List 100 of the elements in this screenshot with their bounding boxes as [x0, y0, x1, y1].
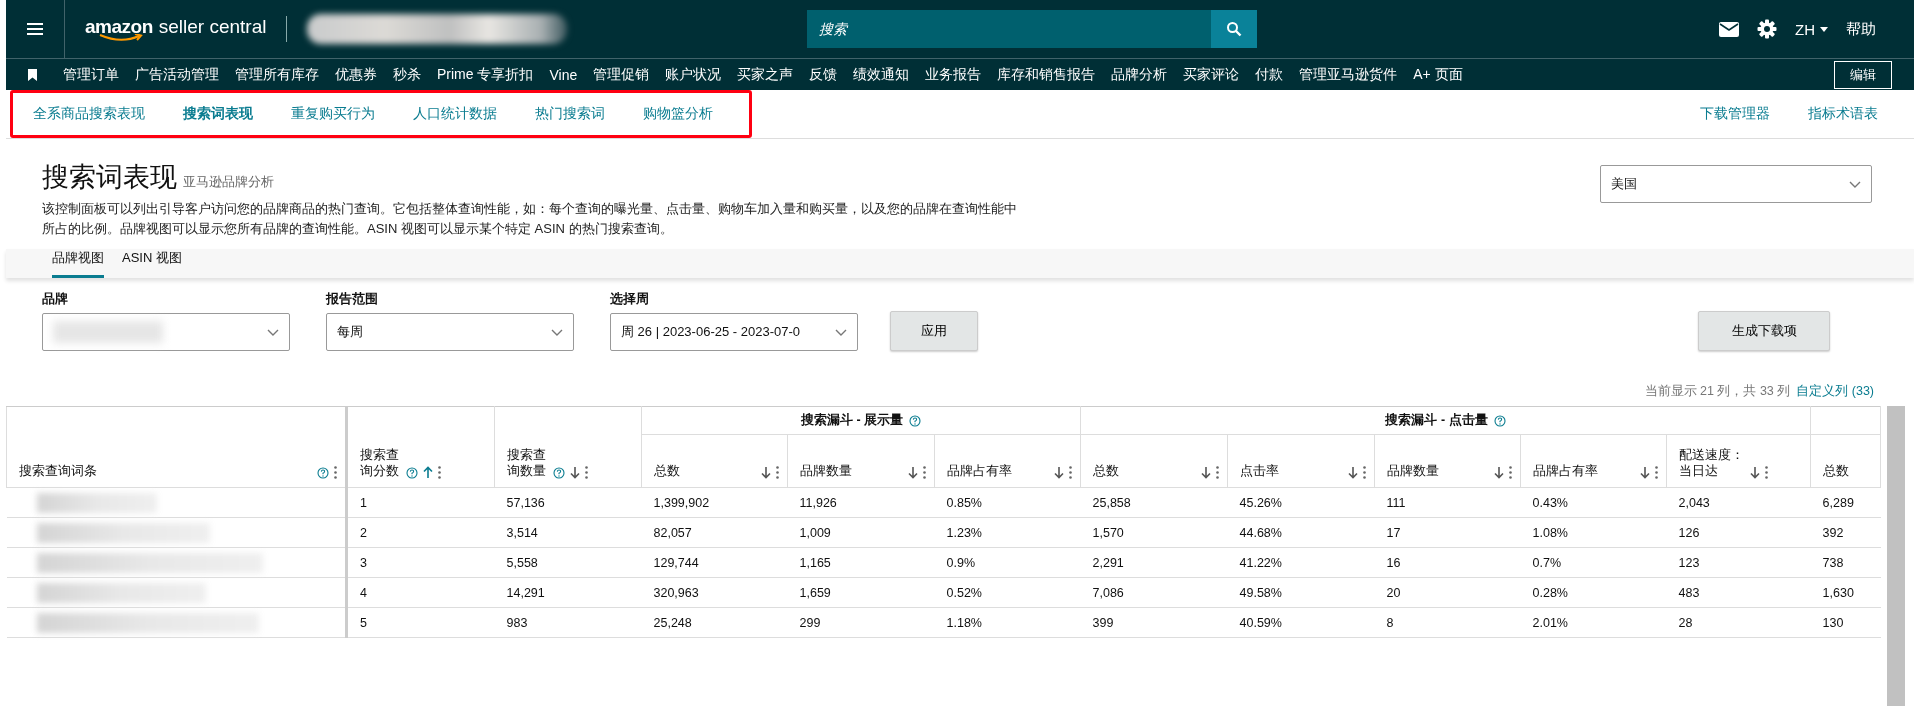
search-field[interactable]: 搜索 [807, 10, 1212, 48]
nav-link[interactable]: A+ 页面 [1413, 65, 1463, 84]
subnav-tab[interactable]: 人口统计数据 [413, 105, 497, 123]
nav-link[interactable]: 反馈 [809, 65, 838, 84]
chevron-icon[interactable] [267, 328, 279, 336]
nav-link[interactable]: 广告活动管理 [135, 65, 219, 84]
subnav-tab[interactable]: 全系商品搜索表现 [33, 105, 145, 123]
bookmark-icon[interactable] [28, 68, 37, 81]
nav-link[interactable]: 买家之声 [737, 65, 794, 84]
chevron-icon[interactable] [835, 328, 847, 336]
table-cell: 392 [1810, 517, 1881, 548]
filter-dropdown[interactable]: 每周 [326, 313, 574, 351]
nav-link[interactable]: 管理订单 [63, 65, 119, 84]
nav-link[interactable]: 付款 [1255, 65, 1284, 84]
column-header[interactable]: 品牌数量 [1374, 434, 1521, 488]
help-icon[interactable] [1493, 414, 1506, 427]
table-cell: 1.08% [1520, 517, 1667, 548]
kebab-menu-icon[interactable] [776, 466, 779, 479]
column-header[interactable]: 品牌数量 [787, 434, 935, 488]
nav-link[interactable]: Prime 专享折扣 [437, 65, 534, 84]
search-icon[interactable] [1226, 21, 1243, 37]
subnav-tab[interactable]: 重复购买行为 [291, 105, 375, 123]
nav-link[interactable]: 品牌分析 [1111, 65, 1168, 84]
caret-icon[interactable] [1820, 26, 1828, 32]
nav-link[interactable]: 业务报告 [925, 65, 982, 84]
table-cell: 0.43% [1520, 487, 1667, 518]
kebab-menu-icon[interactable] [1216, 466, 1220, 479]
table-cell: 1,630 [1810, 577, 1881, 608]
table-cell: 0.52% [934, 577, 1081, 608]
mail-icon[interactable] [1719, 21, 1739, 37]
view-tab[interactable]: ASIN 视图 [122, 249, 182, 278]
help-icon[interactable] [553, 467, 566, 479]
kebab-menu-icon[interactable] [1363, 466, 1367, 479]
down-arrow-icon[interactable] [570, 466, 581, 479]
language-selector[interactable]: ZH [1795, 20, 1828, 38]
kebab-menu-icon[interactable] [1655, 466, 1659, 479]
help-icon[interactable] [909, 414, 922, 427]
header-link[interactable]: 指标术语表 [1808, 105, 1878, 123]
help-link[interactable]: 帮助 [1846, 19, 1876, 39]
up-arrow-icon[interactable] [423, 466, 434, 479]
help-icon[interactable] [406, 467, 419, 479]
subnav-tab[interactable]: 搜索词表现 [183, 105, 253, 123]
settings-icon[interactable] [1757, 19, 1777, 39]
generate-download-button[interactable]: 生成下载项 [1698, 311, 1830, 351]
search-button[interactable] [1211, 10, 1258, 48]
table-cell: 17 [1374, 517, 1521, 548]
table-cell: 4 [346, 577, 495, 608]
nav-link[interactable]: 秒杀 [393, 65, 421, 84]
column-header[interactable]: 配送速度：当日达 [1666, 434, 1811, 488]
nav-link[interactable]: 管理亚马逊货件 [1299, 65, 1398, 84]
column-header[interactable]: 品牌占有率 [1520, 434, 1667, 488]
column-header[interactable]: 搜索查询词条 [6, 406, 347, 488]
column-header[interactable]: 总数 [1080, 434, 1228, 488]
down-arrow-icon[interactable] [1494, 466, 1505, 479]
down-arrow-icon[interactable] [908, 466, 918, 479]
help-icon[interactable] [317, 467, 329, 479]
marketplace-dropdown[interactable]: 美国 [1600, 165, 1872, 203]
column-header[interactable]: 搜索查询分数 [346, 406, 495, 488]
nav-link[interactable]: 优惠券 [335, 65, 377, 84]
subnav-tab[interactable]: 热门搜索词 [535, 105, 605, 123]
down-arrow-icon[interactable] [1348, 466, 1359, 479]
column-header[interactable]: 总数 [1810, 434, 1881, 488]
table-cell: 2,291 [1080, 547, 1228, 578]
subnav-tab[interactable]: 购物篮分析 [643, 105, 713, 123]
kebab-menu-icon[interactable] [1069, 466, 1073, 479]
chevron-icon[interactable] [1849, 180, 1861, 188]
page-title: 搜索词表现 [42, 161, 177, 194]
chevron-icon[interactable] [551, 328, 563, 336]
kebab-menu-icon[interactable] [923, 466, 926, 479]
down-arrow-icon[interactable] [1750, 466, 1761, 479]
scrollbar[interactable] [1887, 406, 1906, 706]
kebab-menu-icon[interactable] [438, 466, 442, 479]
edit-button[interactable]: 编辑 [1834, 60, 1892, 89]
table-cell: 16 [1374, 547, 1521, 578]
nav-link[interactable]: 账户状况 [665, 65, 722, 84]
down-arrow-icon[interactable] [761, 466, 771, 479]
nav-link[interactable]: Vine [549, 66, 578, 83]
nav-link[interactable]: 管理所有库存 [235, 65, 319, 84]
down-arrow-icon[interactable] [1201, 466, 1212, 479]
column-header[interactable]: 品牌占有率 [934, 434, 1081, 488]
kebab-menu-icon[interactable] [1765, 466, 1769, 479]
nav-link[interactable]: 管理促销 [593, 65, 650, 84]
apply-button[interactable]: 应用 [890, 311, 978, 351]
nav-link[interactable]: 买家评论 [1183, 65, 1240, 84]
nav-link[interactable]: 库存和销售报告 [997, 65, 1096, 84]
header-link[interactable]: 下载管理器 [1700, 105, 1770, 123]
customize-columns-link[interactable]: 自定义列 (33) [1796, 383, 1874, 400]
kebab-menu-icon[interactable] [1509, 466, 1513, 479]
nav-link[interactable]: 绩效通知 [853, 65, 910, 84]
column-header[interactable]: 总数 [641, 434, 788, 488]
column-header[interactable]: 点击率 [1227, 434, 1375, 488]
kebab-menu-icon[interactable] [334, 466, 337, 479]
column-header[interactable]: 搜索查询数量 [494, 406, 642, 488]
filter-dropdown[interactable]: 周 26 | 2023-06-25 - 2023-07-0 [610, 313, 858, 351]
down-arrow-icon[interactable] [1054, 466, 1065, 479]
view-tab[interactable]: 品牌视图 [52, 249, 104, 278]
table-cell: 1.18% [934, 607, 1081, 638]
filter-dropdown[interactable] [42, 313, 290, 351]
kebab-menu-icon[interactable] [585, 466, 589, 479]
down-arrow-icon[interactable] [1640, 466, 1651, 479]
